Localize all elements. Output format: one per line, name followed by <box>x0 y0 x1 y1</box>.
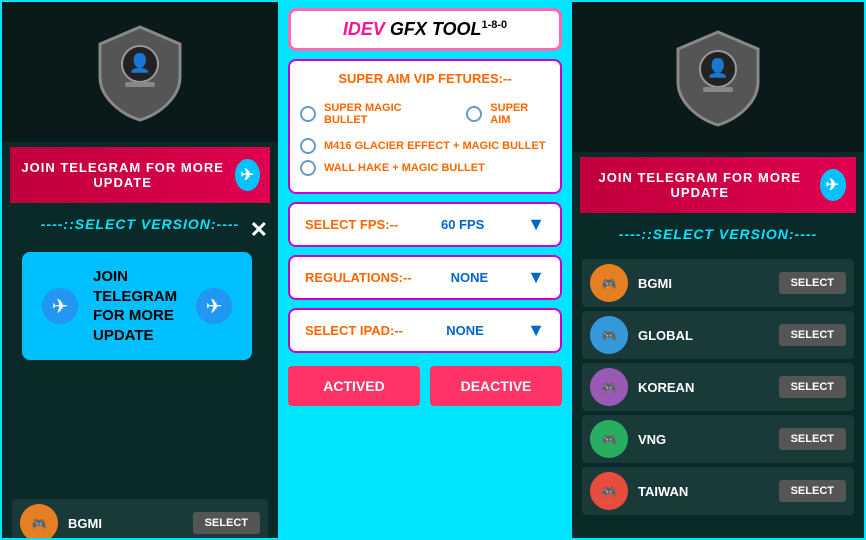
avatar: 🎮 <box>590 316 628 354</box>
svg-text:🎮: 🎮 <box>602 485 617 499</box>
table-row: 🎮 TAIWAN SELECT <box>582 467 854 515</box>
right-shield-area: 👤 <box>572 2 864 152</box>
radio-super-aim[interactable] <box>466 106 482 122</box>
svg-text:👤: 👤 <box>129 52 151 73</box>
gfx-sup: 1-8-0 <box>482 19 508 31</box>
features-box: SUPER AIM VIP FETURES:-- SUPER MAGIC BUL… <box>288 59 562 194</box>
popup-text: JOIN TELEGRAM FOR MORE UPDATE <box>93 267 181 345</box>
right-telegram-button[interactable]: JOIN TELEGRAM FOR MORE UPDATE ✈ <box>580 157 856 213</box>
right-game-list: 🎮 BGMI SELECT 🎮 GLOBAL SELECT 🎮 KOREAN S… <box>572 250 864 524</box>
left-shield-icon: 👤 <box>85 17 195 127</box>
feature-row: SUPER AIM <box>466 102 550 126</box>
gfx-title: IDEV GFX TOOL1-8-0 <box>343 19 507 39</box>
feature-wall-label: WALL HAKE + MAGIC BULLET <box>324 162 485 174</box>
feature-row: M416 GLACIER EFFECT + MAGIC BULLET <box>300 138 550 154</box>
feature-row: SUPER MAGIC BULLET <box>300 102 446 126</box>
avatar: 🎮 <box>590 264 628 302</box>
right-shield-icon: 👤 <box>663 22 773 132</box>
left-telegram-button[interactable]: JOIN TELEGRAM FOR MORE UPDATE ✈ <box>10 147 270 203</box>
left-shield-area: 👤 <box>2 2 278 142</box>
idev-text: IDEV <box>343 19 385 39</box>
features-title: SUPER AIM VIP FETURES:-- <box>300 71 550 86</box>
avatar: 🎮 <box>590 368 628 406</box>
svg-text:👤: 👤 <box>707 57 729 78</box>
gfx-text: GFX TOOL <box>385 19 482 39</box>
ipad-dropdown-icon[interactable]: ▼ <box>527 320 545 341</box>
table-row: 🎮 BGMI SELECT <box>12 499 268 540</box>
popup-telegram-icon-right: ✈ <box>196 288 232 324</box>
avatar: 🎮 <box>590 420 628 458</box>
select-taiwan-right[interactable]: SELECT <box>779 480 846 502</box>
avatar: 🎮 <box>20 504 58 540</box>
feature-super-magic-label: SUPER MAGIC BULLET <box>324 102 446 126</box>
table-row: 🎮 BGMI SELECT <box>582 259 854 307</box>
select-bgmi-right[interactable]: SELECT <box>779 272 846 294</box>
feature-m416-label: M416 GLACIER EFFECT + MAGIC BULLET <box>324 140 546 152</box>
select-bgmi-left[interactable]: SELECT <box>193 512 260 534</box>
game-name-bgmi-right: BGMI <box>638 276 769 291</box>
select-vng-right[interactable]: SELECT <box>779 428 846 450</box>
right-panel: 👤 JOIN TELEGRAM FOR MORE UPDATE ✈ ----::… <box>570 0 866 540</box>
game-name-korean-right: KOREAN <box>638 380 769 395</box>
regulations-dropdown-icon[interactable]: ▼ <box>527 267 545 288</box>
svg-text:🎮: 🎮 <box>602 277 617 291</box>
regulations-control-box: REGULATIONS:-- NONE ▼ <box>288 255 562 300</box>
feature-super-aim-label: SUPER AIM <box>490 102 550 126</box>
fps-value: 60 FPS <box>441 217 484 232</box>
popup-telegram-icon-left: ✈ <box>42 288 78 324</box>
game-name-bgmi-left: BGMI <box>68 516 183 531</box>
table-row: 🎮 GLOBAL SELECT <box>582 311 854 359</box>
regulations-value: NONE <box>451 270 489 285</box>
close-button[interactable]: ✕ <box>250 217 268 243</box>
game-name-vng-right: VNG <box>638 432 769 447</box>
bottom-buttons: ACTIVED DEACTIVE <box>288 366 562 406</box>
svg-text:🎮: 🎮 <box>602 329 617 343</box>
left-telegram-label: JOIN TELEGRAM FOR MORE UPDATE <box>20 160 225 190</box>
regulations-label: REGULATIONS:-- <box>305 270 412 285</box>
left-telegram-icon: ✈ <box>235 159 260 191</box>
fps-label: SELECT FPS:-- <box>305 217 398 232</box>
actived-button[interactable]: ACTIVED <box>288 366 420 406</box>
center-panel: IDEV GFX TOOL1-8-0 SUPER AIM VIP FETURES… <box>280 0 570 540</box>
radio-m416[interactable] <box>300 138 316 154</box>
right-select-version-label: ----::SELECT VERSION:---- <box>619 218 817 250</box>
ipad-control-box: SELECT IPAD:-- NONE ▼ <box>288 308 562 353</box>
gfx-header: IDEV GFX TOOL1-8-0 <box>288 8 562 51</box>
ipad-value: NONE <box>446 323 484 338</box>
left-game-list: 🎮 BGMI SELECT 🎮 GLOBAL SELECT 🎮 KOREAN S… <box>2 490 278 540</box>
right-telegram-icon: ✈ <box>820 169 846 201</box>
radio-wall[interactable] <box>300 160 316 176</box>
fps-control-box: SELECT FPS:-- 60 FPS ▼ <box>288 202 562 247</box>
feature-row: WALL HAKE + MAGIC BULLET <box>300 160 550 176</box>
deactive-button[interactable]: DEACTIVE <box>430 366 562 406</box>
svg-text:🎮: 🎮 <box>32 517 47 531</box>
select-global-right[interactable]: SELECT <box>779 324 846 346</box>
avatar: 🎮 <box>590 472 628 510</box>
table-row: 🎮 VNG SELECT <box>582 415 854 463</box>
svg-text:🎮: 🎮 <box>602 433 617 447</box>
right-telegram-label: JOIN TELEGRAM FOR MORE UPDATE <box>590 170 810 200</box>
radio-super-magic[interactable] <box>300 106 316 122</box>
ipad-label: SELECT IPAD:-- <box>305 323 403 338</box>
game-name-taiwan-right: TAIWAN <box>638 484 769 499</box>
table-row: 🎮 KOREAN SELECT <box>582 363 854 411</box>
fps-dropdown-icon[interactable]: ▼ <box>527 214 545 235</box>
telegram-popup: ✈ JOIN TELEGRAM FOR MORE UPDATE ✈ <box>22 252 252 360</box>
left-select-version-label: ----::SELECT VERSION:---- <box>41 208 239 240</box>
svg-text:🎮: 🎮 <box>602 381 617 395</box>
left-panel: 👤 JOIN TELEGRAM FOR MORE UPDATE ✈ ----::… <box>0 0 280 540</box>
game-name-global-right: GLOBAL <box>638 328 769 343</box>
select-korean-right[interactable]: SELECT <box>779 376 846 398</box>
